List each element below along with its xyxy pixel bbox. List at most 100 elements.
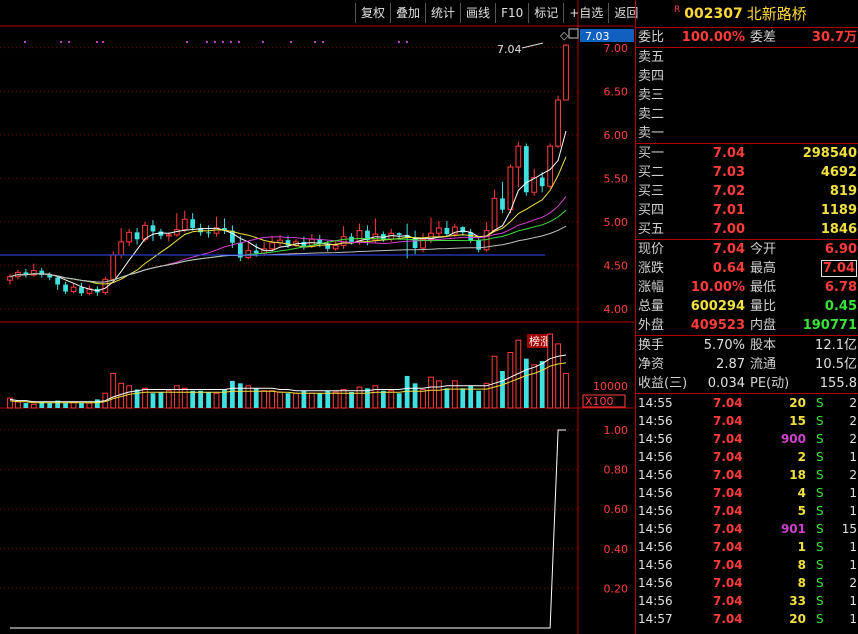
tick-row: 14:56 7.04 901 S 15 (636, 520, 858, 538)
sell-label: 卖二 (638, 107, 665, 122)
tick-row: 14:55 7.04 20 S 2 (636, 394, 858, 412)
toolbar-btn-4[interactable]: F10 (495, 3, 528, 23)
stat-value: 10.00% (690, 280, 745, 295)
volume-unit-label: X100 (585, 395, 614, 408)
tick-volume: 901 (780, 522, 806, 536)
signal-dot (314, 41, 316, 43)
volume-bar (79, 403, 84, 408)
diamond-icon: ◇ (560, 29, 569, 42)
kline-chart[interactable]: 7.006.506.005.505.004.504.007.03◇7.04榜涨1… (0, 0, 635, 634)
volume-bar (563, 372, 569, 409)
candle-body (253, 250, 259, 254)
tick-time: 14:57 (638, 612, 673, 626)
high-pointer (521, 42, 544, 49)
tick-side: S (816, 576, 824, 590)
tick-volume: 8 (797, 558, 806, 572)
buy-volume: 298540 (802, 146, 857, 161)
volume-bar (396, 393, 402, 408)
tick-side: S (816, 414, 824, 428)
volume-bar (269, 390, 275, 409)
price-tick-label: 7.00 (604, 42, 629, 55)
candle-body (444, 227, 450, 235)
signal-dot (222, 41, 224, 43)
stat-row: 总量 600294 量比 0.45 (636, 297, 858, 316)
tick-count: 15 (841, 522, 857, 536)
candle-body (436, 227, 442, 234)
volume-bar (491, 355, 498, 409)
tick-volume: 15 (789, 414, 806, 428)
signal-dot (262, 41, 264, 43)
info-row: 净资 2.87 流通 10.5亿 (636, 355, 858, 374)
candle-body (118, 241, 125, 256)
buy-price: 7.03 (712, 165, 745, 180)
candle-body (110, 254, 117, 280)
tick-count: 2 (849, 414, 857, 428)
candle-body (150, 225, 156, 232)
tick-row: 14:56 7.04 900 S 2 (636, 430, 858, 448)
volume-tick-label: 10000 (593, 380, 628, 393)
candle-body (7, 276, 13, 281)
volume-bar (126, 385, 133, 409)
toolbar-btn-2[interactable]: 统计 (425, 3, 460, 23)
stat-value: 6.78 (824, 280, 857, 295)
tick-list[interactable]: 14:55 7.04 20 S 2 14:56 7.04 15 S 2 14:56 7.04 900 S 2… (636, 394, 858, 628)
tick-price: 7.04 (713, 576, 743, 590)
signal-dot (398, 41, 400, 43)
volume-bar (213, 392, 220, 409)
tick-side: S (816, 594, 824, 608)
tick-side: S (816, 540, 824, 554)
tick-row: 14:56 7.04 2 S 1 (636, 448, 858, 466)
tick-side: S (816, 504, 824, 518)
tick-volume: 1 (797, 540, 806, 554)
volume-bar (245, 385, 252, 409)
candle-body (507, 166, 514, 211)
tick-price: 7.04 (713, 396, 743, 410)
stat-value: 7.04 (712, 242, 745, 257)
candle-body (515, 145, 522, 168)
info-label: 换手 (638, 338, 665, 353)
stock-name[interactable]: 北新路桥 (747, 3, 807, 24)
price-tick-label: 4.00 (604, 303, 629, 316)
toolbar-btn-6[interactable]: +自选 (563, 3, 608, 23)
buy-price: 7.02 (712, 184, 745, 199)
tick-volume: 20 (789, 396, 806, 410)
volume-bar (436, 380, 442, 409)
info-value: 10.5亿 (815, 357, 857, 372)
volume-bar (428, 376, 434, 409)
stock-code[interactable]: 002307 (684, 6, 742, 22)
weicha-value: 30.7万 (811, 30, 857, 45)
volume-bar (94, 399, 100, 408)
tick-price: 7.04 (713, 612, 743, 626)
stats: 现价 7.04 今开 6.90 涨跌 0.64 最高 7.04 涨幅 10.00% 最低 6.78 总量… (636, 240, 858, 335)
tick-side: S (816, 486, 824, 500)
candle-body (523, 146, 529, 193)
candle-body (142, 224, 148, 240)
tick-side: S (816, 432, 824, 446)
tick-time: 14:56 (638, 558, 673, 572)
volume-bar (285, 393, 291, 408)
lower-tick-label: 0.80 (604, 464, 629, 477)
buy-orders: 买一 7.04 298540 买二 7.03 4692 买三 7.02 819 买四 7.01 118… (636, 144, 858, 239)
toolbar-btn-1[interactable]: 叠加 (390, 3, 425, 23)
toolbar-btn-5[interactable]: 标记 (528, 3, 563, 23)
tick-price: 7.04 (713, 504, 743, 518)
sell-row: 卖三 (636, 86, 858, 105)
volume-bar (181, 387, 188, 409)
candle-body (555, 99, 561, 147)
toolbar-btn-3[interactable]: 画线 (460, 3, 495, 23)
tick-volume: 4 (797, 486, 806, 500)
high-price-label: 7.04 (497, 43, 522, 56)
buy-row: 买一 7.04 298540 (636, 144, 858, 163)
tick-time: 14:55 (638, 396, 673, 410)
toolbar-btn-0[interactable]: 复权 (355, 3, 390, 23)
signal-dot (322, 41, 324, 43)
volume-bar (308, 392, 315, 409)
info-label: 股本 (750, 338, 777, 353)
sell-label: 卖一 (638, 126, 665, 141)
tick-count: 1 (849, 540, 857, 554)
tick-count: 1 (849, 450, 857, 464)
tick-price: 7.04 (713, 522, 743, 536)
tick-side: S (816, 450, 824, 464)
tick-time: 14:56 (638, 432, 673, 446)
volume-bar (23, 403, 29, 408)
